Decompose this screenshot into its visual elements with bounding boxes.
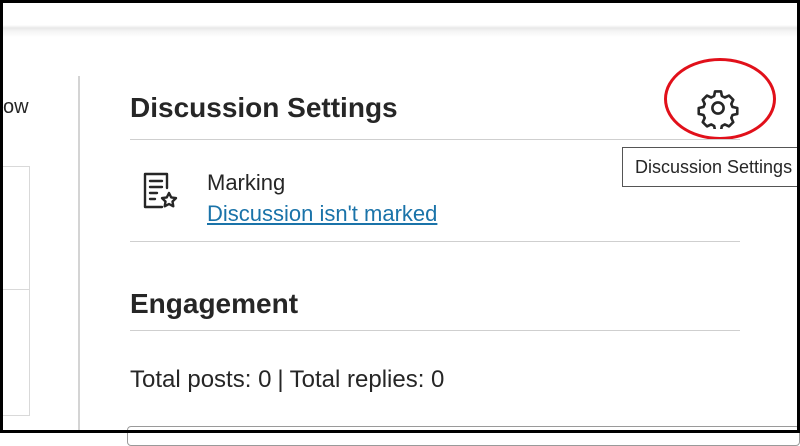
engagement-totals: Total posts: 0 | Total replies: 0 [130,366,444,394]
totals-separator: | [277,366,284,393]
discussion-settings-heading: Discussion Settings [130,92,398,123]
left-panel-card-divider [3,289,30,290]
engagement-heading: Engagement [130,288,299,319]
left-panel-card [3,166,30,416]
marking-divider [130,241,740,242]
engagement-heading-divider [130,330,740,331]
marking-status-link[interactable]: Discussion isn't marked [207,201,437,227]
engagement-content-box [127,426,800,446]
marking-label: Marking [207,170,286,195]
settings-heading-divider [130,139,740,140]
total-replies: Total replies: 0 [289,366,445,393]
panel-divider [78,76,80,433]
top-header-shadow [3,3,797,37]
highlight-annotation-ellipse [664,58,776,140]
total-posts: Total posts: 0 [130,366,272,393]
discussion-settings-tooltip: Discussion Settings [622,147,800,187]
marking-rubric-star-icon [140,170,180,212]
left-panel-partial-label: ow [3,96,29,118]
